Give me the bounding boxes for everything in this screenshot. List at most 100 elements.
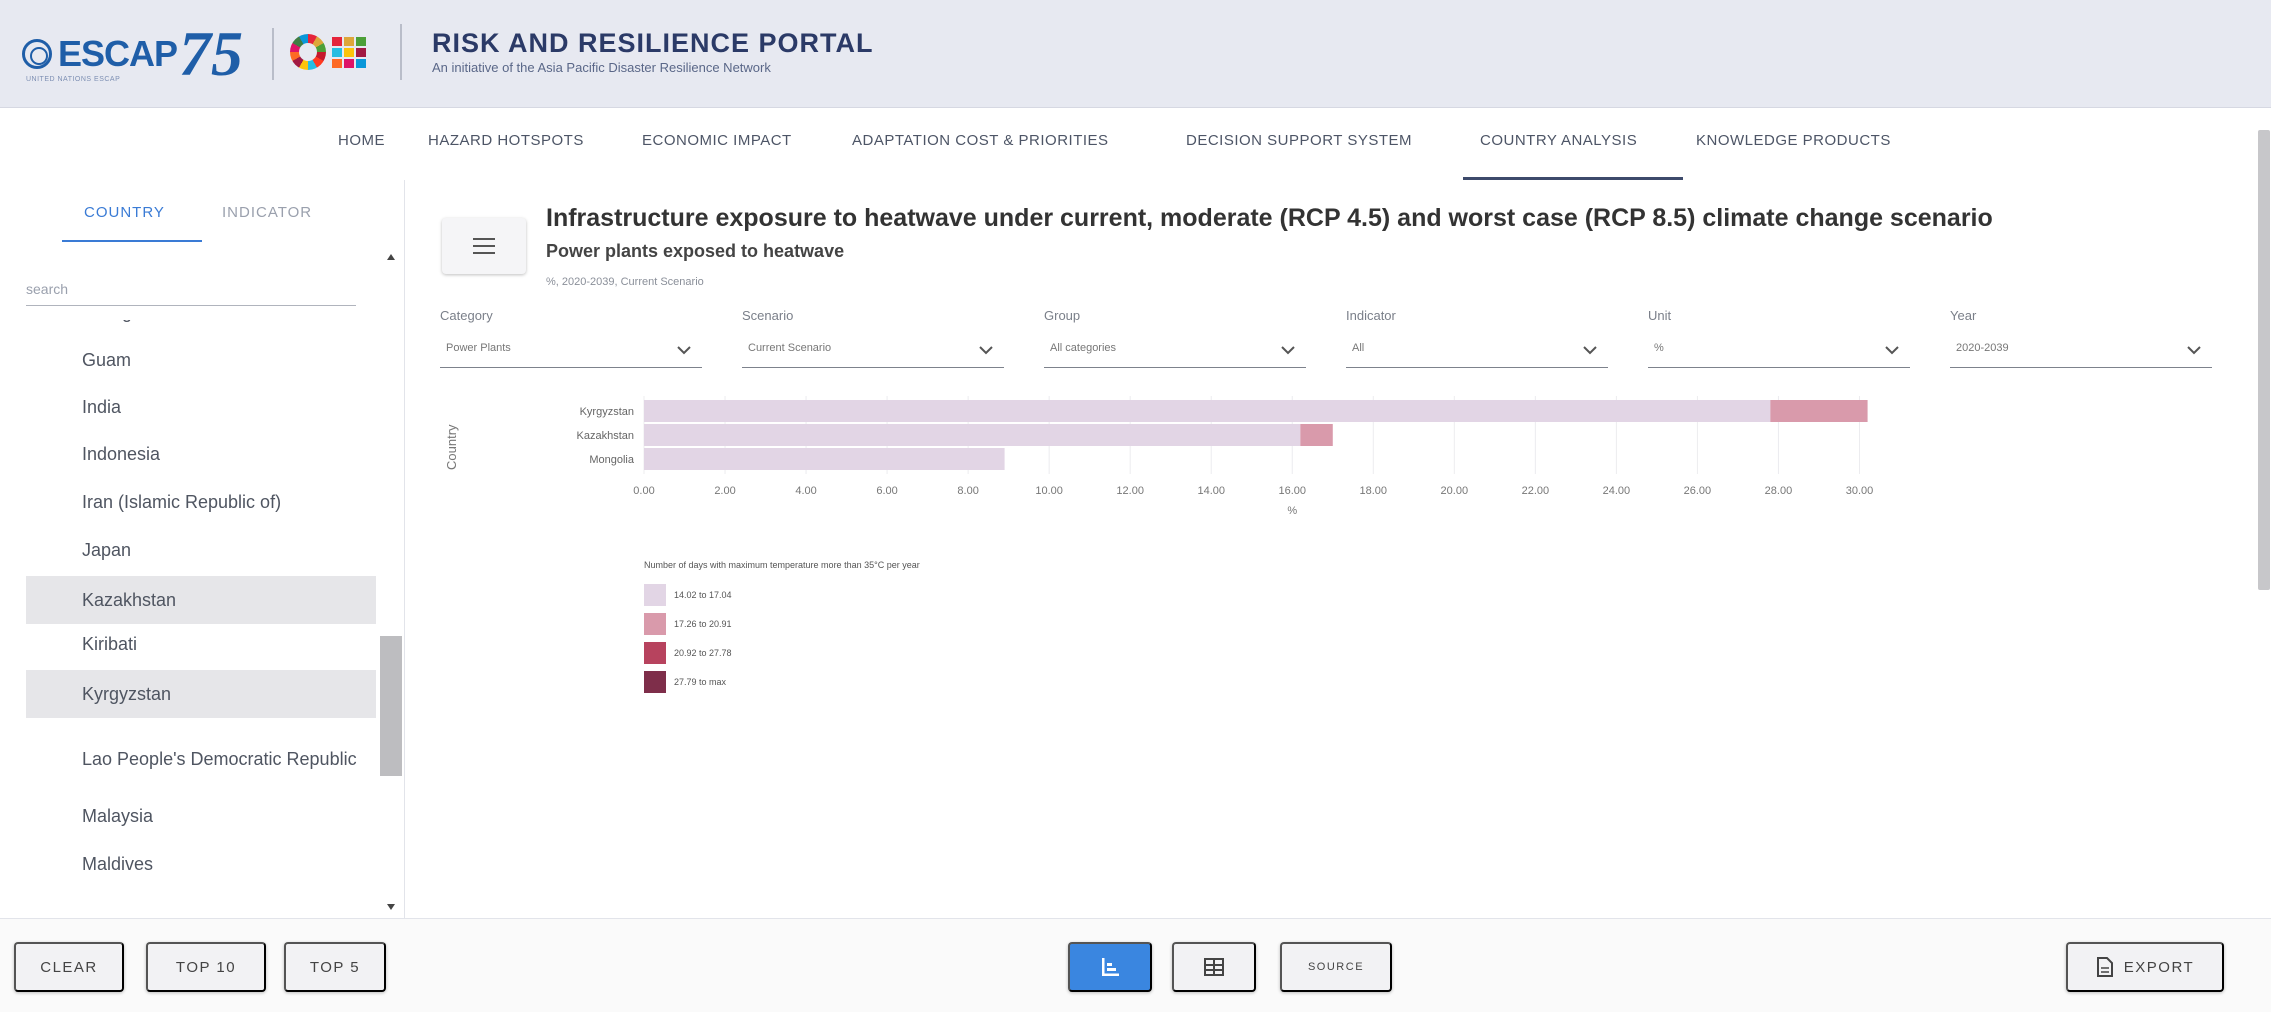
nav-country-analysis[interactable]: COUNTRY ANALYSIS <box>1480 132 1637 149</box>
scenario-select[interactable]: Current Scenario <box>742 332 1004 368</box>
legend-item[interactable]: 17.26 to 20.91 <box>644 609 920 638</box>
bar-segment <box>644 448 1005 470</box>
x-tick-label: 24.00 <box>1603 485 1631 497</box>
chevron-down-icon <box>677 346 691 355</box>
bar-segment <box>1770 400 1868 422</box>
table-view-button[interactable] <box>1172 942 1256 992</box>
x-tick-label: 20.00 <box>1441 485 1469 497</box>
country-item-kazakhstan[interactable]: Kazakhstan <box>26 576 376 624</box>
legend-item[interactable]: 27.79 to max <box>644 667 920 696</box>
search-input[interactable] <box>26 272 356 306</box>
main-nav: HOME HAZARD HOTSPOTS ECONOMIC IMPACT ADA… <box>0 108 2271 180</box>
x-axis-label: % <box>1287 505 1297 517</box>
legend-swatch <box>644 641 666 664</box>
nav-knowledge-products[interactable]: KNOWLEDGE PRODUCTS <box>1696 132 1891 149</box>
nav-adaptation-cost[interactable]: ADAPTATION COST & PRIORITIES <box>852 132 1109 149</box>
bar-segment <box>644 424 1301 446</box>
category-select[interactable]: Power Plants <box>440 332 702 368</box>
sdg-wheel-icon <box>290 34 326 70</box>
chart-title: Infrastructure exposure to heatwave unde… <box>546 204 1993 232</box>
portal-title[interactable]: RISK AND RESILIENCE PORTAL <box>432 28 874 59</box>
logo-divider <box>272 28 274 80</box>
escap-logo-number: 75 <box>179 18 244 89</box>
chevron-down-icon <box>1885 346 1899 355</box>
legend-swatch <box>644 612 666 635</box>
x-tick-label: 26.00 <box>1684 485 1712 497</box>
tab-country[interactable]: COUNTRY <box>84 204 165 221</box>
escap-logo-subtext: UNITED NATIONS ESCAP <box>26 76 121 83</box>
category-label: Kyrgyzstan <box>580 406 634 418</box>
filter-label: Year <box>1950 308 1977 323</box>
chart-note: %, 2020-2039, Current Scenario <box>546 276 704 288</box>
x-tick-label: 28.00 <box>1765 485 1793 497</box>
unit-select[interactable]: % <box>1648 332 1910 368</box>
page-scrollbar-thumb[interactable] <box>2258 130 2270 590</box>
export-label: EXPORT <box>2123 958 2195 976</box>
country-item-lao[interactable]: Lao People's Democratic Republic <box>26 726 376 792</box>
sdg-logo[interactable] <box>290 34 366 70</box>
scrollbar-thumb[interactable] <box>380 636 402 776</box>
country-item-iran[interactable]: Iran (Islamic Republic of) <box>26 486 376 518</box>
chevron-down-icon <box>2187 346 2201 355</box>
country-item-kyrgyzstan[interactable]: Kyrgyzstan <box>26 670 376 718</box>
year-select[interactable]: 2020-2039 <box>1950 332 2212 368</box>
legend-item[interactable]: 14.02 to 17.04 <box>644 580 920 609</box>
filter-value: % <box>1654 342 1664 354</box>
legend-swatch <box>644 583 666 606</box>
country-item-india[interactable]: India <box>26 391 376 423</box>
country-item-indonesia[interactable]: Indonesia <box>26 438 376 470</box>
legend-label: 27.79 to max <box>674 676 727 687</box>
table-icon <box>1204 958 1224 976</box>
filter-label: Unit <box>1648 308 1672 323</box>
country-item-japan[interactable]: Japan <box>26 534 376 566</box>
sdg-grid-icon <box>332 36 366 68</box>
nav-hazard-hotspots[interactable]: HAZARD HOTSPOTS <box>428 132 584 149</box>
nav-economic-impact[interactable]: ECONOMIC IMPACT <box>642 132 792 149</box>
x-tick-label: 22.00 <box>1522 485 1550 497</box>
indicator-select[interactable]: All <box>1346 332 1608 368</box>
chart-menu-button[interactable] <box>442 218 526 274</box>
scroll-down-arrow-icon[interactable] <box>387 904 395 910</box>
escap-logo-text: ESCAP <box>58 33 178 74</box>
filter-value: All categories <box>1050 342 1117 354</box>
filter-label: Category <box>440 308 493 323</box>
filter-label: Group <box>1044 308 1081 323</box>
x-tick-label: 2.00 <box>714 485 735 497</box>
legend-item[interactable]: 20.92 to 27.78 <box>644 638 920 667</box>
sidebar: COUNTRY INDICATOR Georgia Guam India Ind… <box>0 180 405 918</box>
export-button[interactable]: EXPORT <box>2066 942 2224 992</box>
chevron-down-icon <box>979 346 993 355</box>
filter-value: All <box>1352 342 1365 354</box>
top5-button[interactable]: TOP 5 <box>284 942 386 992</box>
y-axis-label: Country <box>444 424 459 470</box>
legend-swatch <box>644 670 666 693</box>
filter-value: Current Scenario <box>748 342 832 354</box>
x-tick-label: 18.00 <box>1360 485 1388 497</box>
filter-value: Power Plants <box>446 342 511 354</box>
clear-button[interactable]: CLEAR <box>14 942 124 992</box>
header-divider <box>400 24 402 80</box>
country-list-scrollbar[interactable] <box>380 250 402 912</box>
x-tick-label: 12.00 <box>1116 485 1144 497</box>
group-select[interactable]: All categories <box>1044 332 1306 368</box>
legend-label: 20.92 to 27.78 <box>674 647 732 658</box>
country-item-malaysia[interactable]: Malaysia <box>26 800 376 832</box>
filter-year: Year 2020-2039 <box>1950 308 2212 368</box>
document-icon <box>2096 957 2113 977</box>
chart-view-button[interactable] <box>1068 942 1152 992</box>
source-button[interactable]: SOURCE <box>1280 942 1392 992</box>
chevron-down-icon <box>1583 346 1597 355</box>
country-item-guam[interactable]: Guam <box>26 344 376 376</box>
top10-button[interactable]: TOP 10 <box>146 942 266 992</box>
tab-indicator[interactable]: INDICATOR <box>222 204 312 221</box>
nav-decision-support[interactable]: DECISION SUPPORT SYSTEM <box>1186 132 1412 149</box>
filter-value: 2020-2039 <box>1956 342 2009 354</box>
filter-label: Scenario <box>742 308 794 323</box>
country-item-kiribati[interactable]: Kiribati <box>26 628 376 660</box>
portal-subtitle: An initiative of the Asia Pacific Disast… <box>432 60 771 75</box>
country-item-maldives[interactable]: Maldives <box>26 848 376 880</box>
scroll-up-arrow-icon[interactable] <box>387 254 395 260</box>
country-item-georgia[interactable]: Georgia <box>26 320 376 328</box>
nav-home[interactable]: HOME <box>338 132 385 149</box>
filter-scenario: Scenario Current Scenario <box>742 308 1004 368</box>
